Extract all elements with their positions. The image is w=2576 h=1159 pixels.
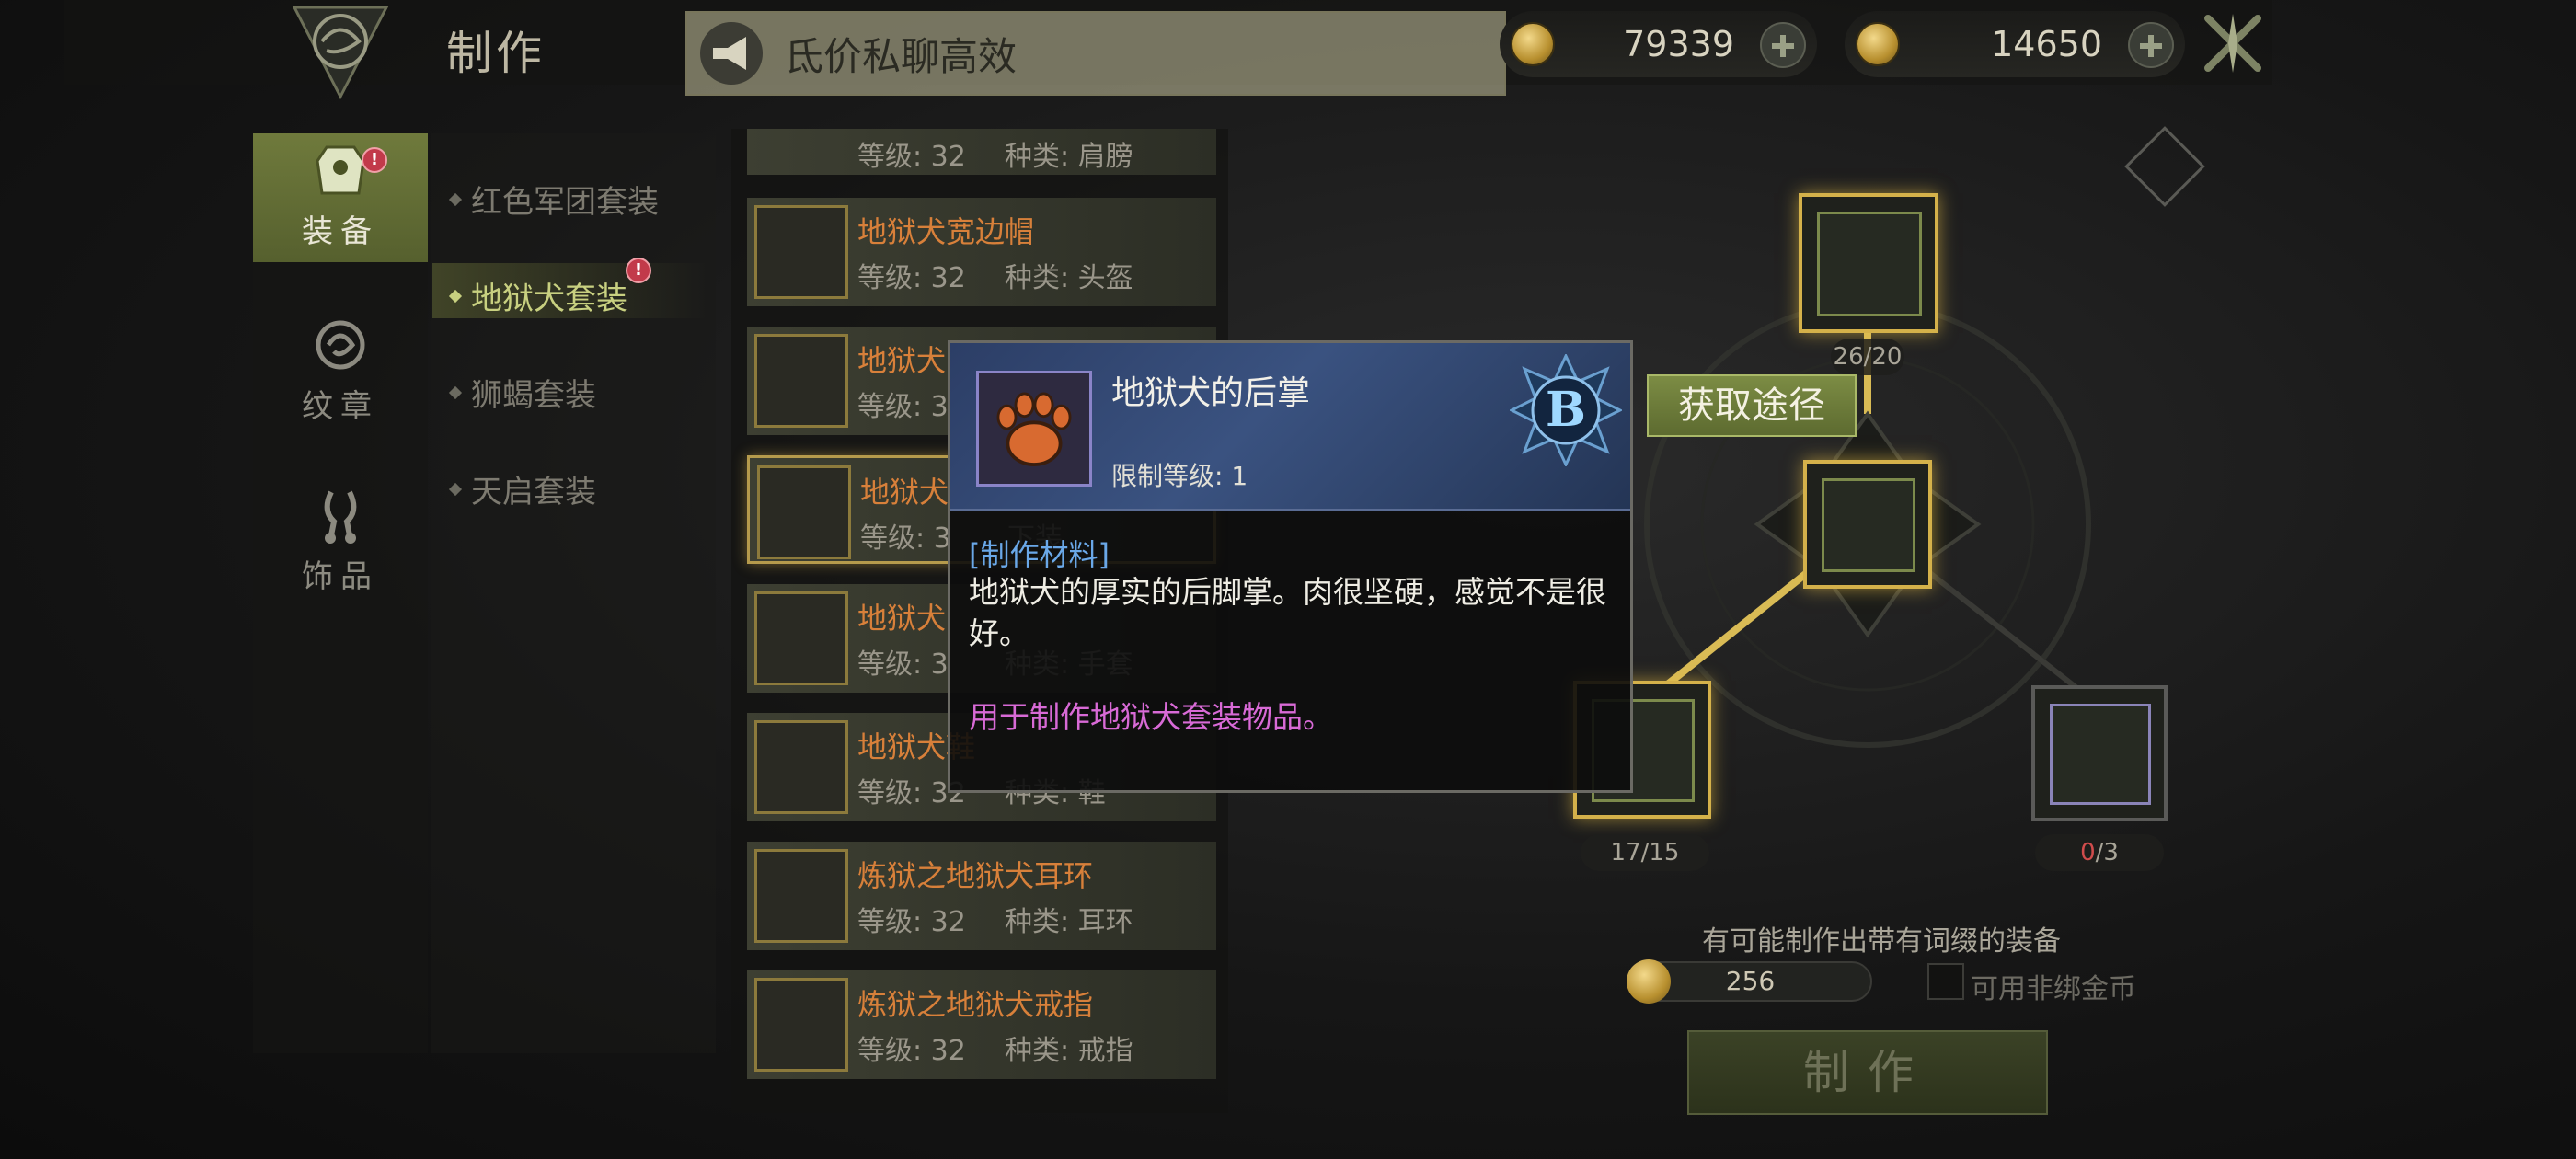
dragon-emblem-icon	[292, 6, 389, 100]
set-item-label: 天启套装	[471, 474, 596, 511]
crest-icon	[316, 320, 365, 370]
item-name: 地狱犬	[860, 475, 949, 510]
nav-item-equipment[interactable]: 装备	[253, 133, 428, 262]
item-level: 等级: 3	[857, 391, 949, 423]
acquire-route-button[interactable]: 获取途径	[1647, 374, 1857, 437]
list-item[interactable]: 炼狱之地狱犬耳环 等级: 32 种类: 耳环	[747, 842, 1216, 950]
item-name: 炼狱之地狱犬耳环	[857, 858, 1094, 893]
nav-item-accessory[interactable]: 饰品	[253, 478, 428, 607]
add-currency-b-button[interactable]	[2128, 22, 2174, 68]
gold-cost-value: 256	[1725, 966, 1776, 996]
material-node-right[interactable]	[2031, 685, 2168, 821]
currency-a: 79339	[1500, 11, 1817, 77]
item-tooltip: 地狱犬的后掌 限制等级: 1 B [制作材料] 地狱犬的厚实的后脚掌。肉很坚硬，…	[948, 340, 1633, 793]
result-pants-icon	[1822, 478, 1915, 572]
item-type: 种类: 耳环	[1005, 906, 1133, 938]
material-count-top: 26/20	[1831, 339, 1904, 375]
set-item-label: 狮蝎套装	[471, 377, 596, 414]
material-node-top[interactable]	[1799, 193, 1938, 333]
item-name: 地狱犬	[857, 601, 947, 636]
list-item[interactable]: 等级: 32 种类: 肩膀	[747, 129, 1216, 175]
broadcast-text: 氐价私聊高效	[785, 33, 1018, 79]
alert-badge: !	[362, 147, 387, 173]
set-item-apocalypse[interactable]: 天启套装	[448, 466, 596, 511]
item-slot-armor-icon	[754, 334, 848, 428]
close-icon[interactable]	[2199, 9, 2267, 77]
alert-badge: !	[626, 258, 651, 283]
item-level: 等级: 32	[857, 906, 966, 938]
nav-item-label: 装备	[302, 213, 379, 250]
bullet-icon	[448, 482, 463, 496]
item-name: 地狱犬宽边帽	[857, 214, 1035, 249]
nav-item-crest[interactable]: 纹章	[253, 308, 428, 437]
non-bound-gold-checkbox[interactable]	[1927, 963, 1964, 1000]
megaphone-icon	[700, 22, 763, 85]
item-level: 等级: 32	[857, 1035, 966, 1067]
currency-a-value: 79339	[1623, 24, 1734, 64]
coin-icon	[1511, 22, 1555, 66]
item-slot-ring-icon	[754, 978, 848, 1072]
bullet-icon	[448, 192, 463, 206]
paw-icon	[976, 371, 1092, 487]
material-count-left: 17/15	[1581, 834, 1709, 871]
material-count-have: 0	[2080, 839, 2096, 866]
accessory-icon	[324, 490, 357, 544]
tooltip-description: 地狱犬的厚实的后脚掌。肉很坚硬，感觉不是很好。	[969, 574, 1606, 651]
material-hide-icon	[1817, 212, 1922, 316]
result-node-center[interactable]	[1803, 460, 1932, 589]
item-slot-boots-icon	[754, 720, 848, 814]
tooltip-category: [制作材料]	[969, 537, 1110, 572]
list-item[interactable]: 地狱犬宽边帽 等级: 32 种类: 头盔	[747, 198, 1216, 306]
item-level: 等级: 3	[860, 522, 951, 555]
craft-button[interactable]: 制作	[1687, 1030, 2048, 1115]
nav-item-label: 纹章	[302, 388, 379, 425]
list-item[interactable]: 炼狱之地狱犬戒指 等级: 32 种类: 戒指	[747, 970, 1216, 1079]
item-slot-glove-icon	[754, 591, 848, 685]
crafting-circle-decoration	[1644, 294, 2091, 748]
item-level: 等级: 32	[857, 262, 966, 294]
add-currency-a-button[interactable]	[1760, 22, 1806, 68]
currency-b: 14650	[1845, 11, 2185, 77]
item-type: 种类: 头盔	[1005, 262, 1133, 294]
armor-icon	[316, 145, 365, 195]
grade-letter: B	[1546, 382, 1586, 438]
tooltip-level-requirement: 限制等级: 1	[1111, 461, 1248, 491]
tooltip-header: 地狱犬的后掌 限制等级: 1 B	[950, 343, 1630, 511]
coin-icon	[1856, 22, 1900, 66]
set-item-manticore[interactable]: 狮蝎套装	[448, 370, 596, 415]
item-name: 炼狱之地狱犬戒指	[857, 987, 1094, 1022]
item-slot-hat-icon	[754, 205, 848, 299]
set-item-red-legion[interactable]: 红色军团套装	[448, 177, 659, 222]
set-item-label: 地狱犬套装	[471, 281, 627, 317]
material-paw-icon	[2050, 704, 2151, 805]
bullet-icon	[448, 289, 463, 303]
bullet-icon	[448, 385, 463, 399]
item-level: 等级: 32	[857, 141, 966, 173]
item-type: 种类: 戒指	[1005, 1035, 1133, 1067]
set-item-cerberus[interactable]: 地狱犬套装	[448, 273, 627, 318]
item-slot-earring-icon	[754, 849, 848, 943]
material-count-right: 0/3	[2035, 834, 2164, 871]
item-type: 种类: 肩膀	[1005, 141, 1133, 173]
set-item-label: 红色军团套装	[471, 184, 659, 221]
page-title: 制作	[446, 27, 546, 80]
item-name: 地狱犬	[857, 343, 947, 378]
coin-icon	[1627, 959, 1671, 1004]
tooltip-usage: 用于制作地狱犬套装物品。	[969, 699, 1333, 735]
material-count-need: /3	[2095, 839, 2119, 866]
item-slot-pants-icon	[757, 465, 851, 559]
tooltip-item-name: 地狱犬的后掌	[1111, 374, 1311, 412]
gold-cost: 256	[1627, 959, 1872, 1004]
broadcast-bar[interactable]: 氐价私聊高效	[685, 11, 1506, 96]
nav-item-label: 饰品	[302, 558, 379, 595]
non-bound-gold-label: 可用非绑金币	[1971, 973, 2136, 1005]
item-level: 等级: 3	[857, 648, 949, 681]
affix-note: 有可能制作出带有词缀的装备	[1702, 925, 2061, 958]
currency-b-value: 14650	[1991, 24, 2102, 64]
grade-badge-icon: B	[1510, 354, 1622, 466]
